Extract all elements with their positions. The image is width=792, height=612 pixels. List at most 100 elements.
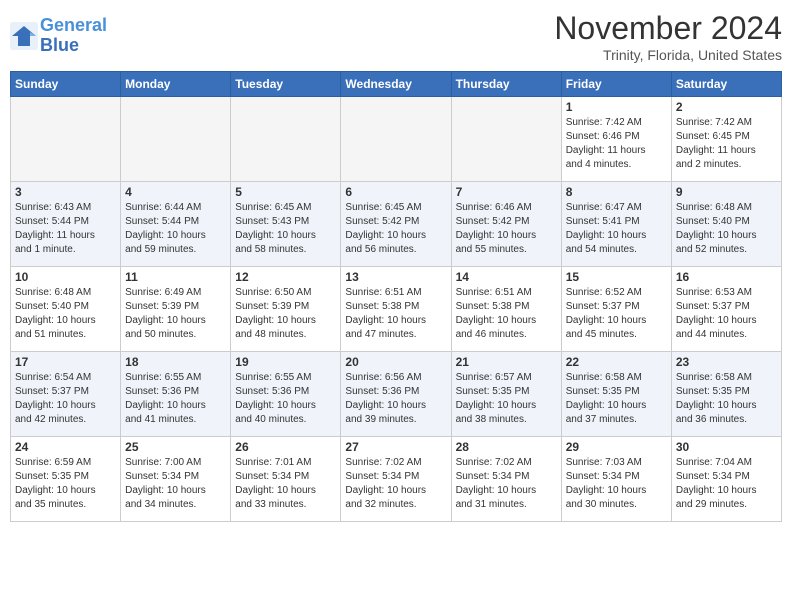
calendar-cell (11, 97, 121, 182)
calendar-cell: 8 Sunrise: 6:47 AM Sunset: 5:41 PM Daylig… (561, 182, 671, 267)
calendar-cell: 26 Sunrise: 7:01 AM Sunset: 5:34 PM Dayli… (231, 437, 341, 522)
day-info: Sunrise: 6:54 AM Sunset: 5:37 PM Dayligh… (15, 371, 116, 427)
calendar-cell (341, 97, 451, 182)
calendar-cell: 7 Sunrise: 6:46 AM Sunset: 5:42 PM Daylig… (451, 182, 561, 267)
weekday-header: Friday (561, 72, 671, 97)
calendar-cell: 5 Sunrise: 6:45 AM Sunset: 5:43 PM Daylig… (231, 182, 341, 267)
calendar-cell: 23 Sunrise: 6:58 AM Sunset: 5:35 PM Dayli… (671, 352, 781, 437)
day-number: 18 (125, 355, 226, 369)
day-info: Sunrise: 7:04 AM Sunset: 5:34 PM Dayligh… (676, 456, 777, 512)
calendar-cell: 15 Sunrise: 6:52 AM Sunset: 5:37 PM Dayli… (561, 267, 671, 352)
day-info: Sunrise: 6:56 AM Sunset: 5:36 PM Dayligh… (345, 371, 446, 427)
day-number: 20 (345, 355, 446, 369)
calendar-cell: 2Sunrise: 7:42 AM Sunset: 6:45 PM Daylig… (671, 97, 781, 182)
calendar-cell: 18 Sunrise: 6:55 AM Sunset: 5:36 PM Dayli… (121, 352, 231, 437)
day-info: Sunrise: 6:45 AM Sunset: 5:43 PM Dayligh… (235, 201, 336, 257)
calendar-cell: 1 Sunrise: 7:42 AM Sunset: 6:46 PM Daylig… (561, 97, 671, 182)
calendar-cell: 12 Sunrise: 6:50 AM Sunset: 5:39 PM Dayli… (231, 267, 341, 352)
day-info: Sunrise: 6:51 AM Sunset: 5:38 PM Dayligh… (345, 286, 446, 342)
calendar-cell: 3 Sunrise: 6:43 AM Sunset: 5:44 PM Daylig… (11, 182, 121, 267)
day-info: Sunrise: 6:50 AM Sunset: 5:39 PM Dayligh… (235, 286, 336, 342)
logo: General Blue (10, 16, 107, 56)
day-info: Sunrise: 6:58 AM Sunset: 5:35 PM Dayligh… (566, 371, 667, 427)
day-number: 7 (456, 185, 557, 199)
day-number: 8 (566, 185, 667, 199)
day-info: Sunrise: 7:02 AM Sunset: 5:34 PM Dayligh… (456, 456, 557, 512)
day-number: 21 (456, 355, 557, 369)
day-number: 4 (125, 185, 226, 199)
calendar-cell: 17 Sunrise: 6:54 AM Sunset: 5:37 PM Dayli… (11, 352, 121, 437)
day-number: 14 (456, 270, 557, 284)
logo-line2: Blue (40, 35, 79, 55)
day-info: Sunrise: 7:02 AM Sunset: 5:34 PM Dayligh… (345, 456, 446, 512)
day-number: 13 (345, 270, 446, 284)
weekday-header: Monday (121, 72, 231, 97)
day-info: Sunrise: 7:42 AM Sunset: 6:46 PM Dayligh… (566, 116, 667, 172)
calendar-week-row: 3 Sunrise: 6:43 AM Sunset: 5:44 PM Daylig… (11, 182, 782, 267)
calendar-cell: 25 Sunrise: 7:00 AM Sunset: 5:34 PM Dayli… (121, 437, 231, 522)
day-number: 2 (676, 100, 777, 114)
calendar-week-row: 1 Sunrise: 7:42 AM Sunset: 6:46 PM Daylig… (11, 97, 782, 182)
day-info: Sunrise: 6:46 AM Sunset: 5:42 PM Dayligh… (456, 201, 557, 257)
calendar-cell: 10 Sunrise: 6:48 AM Sunset: 5:40 PM Dayli… (11, 267, 121, 352)
weekday-header: Sunday (11, 72, 121, 97)
calendar-cell: 30 Sunrise: 7:04 AM Sunset: 5:34 PM Dayli… (671, 437, 781, 522)
day-number: 22 (566, 355, 667, 369)
month-title: November 2024 (554, 10, 782, 47)
day-number: 29 (566, 440, 667, 454)
calendar-table: SundayMondayTuesdayWednesdayThursdayFrid… (10, 71, 782, 522)
day-number: 17 (15, 355, 116, 369)
day-number: 1 (566, 100, 667, 114)
day-number: 9 (676, 185, 777, 199)
calendar-cell: 14Sunrise: 6:51 AM Sunset: 5:38 PM Dayli… (451, 267, 561, 352)
calendar-cell: 11 Sunrise: 6:49 AM Sunset: 5:39 PM Dayli… (121, 267, 231, 352)
day-info: Sunrise: 6:53 AM Sunset: 5:37 PM Dayligh… (676, 286, 777, 342)
day-number: 25 (125, 440, 226, 454)
calendar-cell: 13 Sunrise: 6:51 AM Sunset: 5:38 PM Dayli… (341, 267, 451, 352)
day-number: 11 (125, 270, 226, 284)
day-info: Sunrise: 6:58 AM Sunset: 5:35 PM Dayligh… (676, 371, 777, 427)
calendar-week-row: 24 Sunrise: 6:59 AM Sunset: 5:35 PM Dayli… (11, 437, 782, 522)
day-info: Sunrise: 7:03 AM Sunset: 5:34 PM Dayligh… (566, 456, 667, 512)
logo-icon (10, 22, 38, 50)
calendar-cell (231, 97, 341, 182)
day-number: 26 (235, 440, 336, 454)
page-header: General Blue November 2024 Trinity, Flor… (10, 10, 782, 63)
calendar-cell (451, 97, 561, 182)
calendar-cell: 16 Sunrise: 6:53 AM Sunset: 5:37 PM Dayli… (671, 267, 781, 352)
calendar-cell: 22 Sunrise: 6:58 AM Sunset: 5:35 PM Dayli… (561, 352, 671, 437)
day-info: Sunrise: 6:47 AM Sunset: 5:41 PM Dayligh… (566, 201, 667, 257)
day-number: 16 (676, 270, 777, 284)
day-number: 5 (235, 185, 336, 199)
day-info: Sunrise: 7:01 AM Sunset: 5:34 PM Dayligh… (235, 456, 336, 512)
day-number: 23 (676, 355, 777, 369)
day-info: Sunrise: 6:59 AM Sunset: 5:35 PM Dayligh… (15, 456, 116, 512)
day-number: 15 (566, 270, 667, 284)
calendar-cell: 28Sunrise: 7:02 AM Sunset: 5:34 PM Dayli… (451, 437, 561, 522)
day-info: Sunrise: 6:52 AM Sunset: 5:37 PM Dayligh… (566, 286, 667, 342)
day-info: Sunrise: 6:48 AM Sunset: 5:40 PM Dayligh… (676, 201, 777, 257)
day-info: Sunrise: 7:00 AM Sunset: 5:34 PM Dayligh… (125, 456, 226, 512)
day-info: Sunrise: 6:48 AM Sunset: 5:40 PM Dayligh… (15, 286, 116, 342)
day-info: Sunrise: 6:43 AM Sunset: 5:44 PM Dayligh… (15, 201, 116, 257)
day-info: Sunrise: 6:55 AM Sunset: 5:36 PM Dayligh… (235, 371, 336, 427)
calendar-cell: 9 Sunrise: 6:48 AM Sunset: 5:40 PM Daylig… (671, 182, 781, 267)
calendar-cell: 29 Sunrise: 7:03 AM Sunset: 5:34 PM Dayli… (561, 437, 671, 522)
day-number: 24 (15, 440, 116, 454)
day-info: Sunrise: 6:49 AM Sunset: 5:39 PM Dayligh… (125, 286, 226, 342)
calendar-cell (121, 97, 231, 182)
calendar-header-row: SundayMondayTuesdayWednesdayThursdayFrid… (11, 72, 782, 97)
day-number: 19 (235, 355, 336, 369)
day-number: 10 (15, 270, 116, 284)
day-info: Sunrise: 6:44 AM Sunset: 5:44 PM Dayligh… (125, 201, 226, 257)
calendar-cell: 21Sunrise: 6:57 AM Sunset: 5:35 PM Dayli… (451, 352, 561, 437)
calendar-cell: 19 Sunrise: 6:55 AM Sunset: 5:36 PM Dayli… (231, 352, 341, 437)
calendar-week-row: 17 Sunrise: 6:54 AM Sunset: 5:37 PM Dayli… (11, 352, 782, 437)
day-number: 12 (235, 270, 336, 284)
day-number: 30 (676, 440, 777, 454)
calendar-week-row: 10 Sunrise: 6:48 AM Sunset: 5:40 PM Dayli… (11, 267, 782, 352)
day-number: 3 (15, 185, 116, 199)
day-info: Sunrise: 6:55 AM Sunset: 5:36 PM Dayligh… (125, 371, 226, 427)
calendar-cell: 24 Sunrise: 6:59 AM Sunset: 5:35 PM Dayli… (11, 437, 121, 522)
calendar-cell: 6Sunrise: 6:45 AM Sunset: 5:42 PM Daylig… (341, 182, 451, 267)
